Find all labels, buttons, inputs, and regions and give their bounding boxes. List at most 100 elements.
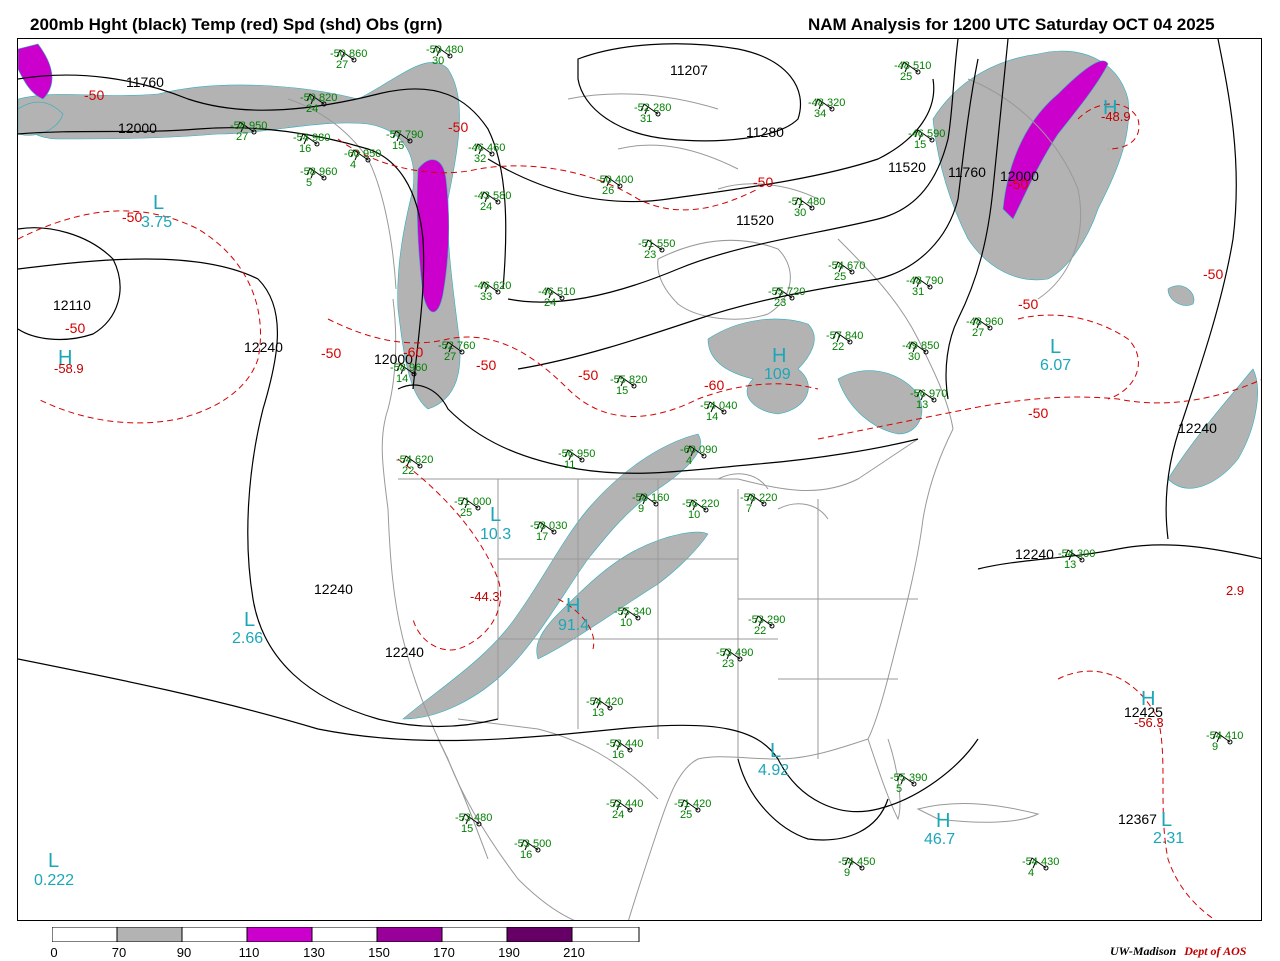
obs-dewpoint-depression: 27 (972, 327, 984, 339)
scale-segment-190-210 (506, 927, 573, 942)
obs-dewpoint-depression: 23 (774, 297, 786, 309)
gulf-coastline (628, 738, 869, 920)
scale-segment-110-130 (246, 927, 313, 942)
obs-dewpoint-depression: 16 (520, 849, 532, 861)
hudson-bay-coast (657, 239, 791, 320)
us-mexico-border (457, 718, 659, 800)
obs-dewpoint-depression: 14 (706, 411, 718, 423)
temp-label: -60 (403, 344, 423, 360)
credit-institution: UW-Madison (1110, 944, 1177, 958)
height-label: 11520 (736, 212, 774, 228)
obs-dewpoint-depression: 24 (612, 809, 624, 821)
extremum-value: 4.92 (758, 762, 789, 779)
height-label: 11760 (948, 164, 986, 180)
obs-dewpoint-depression: 7 (746, 503, 752, 515)
scale-segment-90-110 (181, 927, 248, 942)
obs-dewpoint-depression: 10 (688, 509, 700, 521)
extremum-value: -58.9 (54, 361, 84, 376)
obs-dewpoint-depression: 27 (236, 131, 248, 143)
height-label: 12000 (118, 120, 157, 136)
obs-dewpoint-depression: 10 (620, 617, 632, 629)
obs-dewpoint-depression: 9 (844, 867, 850, 879)
obs-dewpoint-depression: 25 (680, 809, 692, 821)
high-marker: H (566, 595, 580, 617)
height-label: 12367 (1118, 811, 1157, 827)
temp-contour-a (18, 210, 261, 424)
scale-segment-130-150 (311, 927, 378, 942)
temp-label: -50 (578, 367, 598, 383)
temp-label: -50 (1028, 405, 1048, 421)
low-marker: L (1050, 336, 1061, 358)
scale-segment-0-70 (52, 927, 118, 942)
temp-label: -50 (448, 119, 468, 135)
height-contour-12000 (18, 127, 425, 390)
obs-dewpoint-depression: 30 (432, 55, 444, 67)
obs-dewpoint-depression: 22 (402, 465, 414, 477)
height-label: 12240 (385, 644, 424, 660)
scale-label: 150 (368, 945, 390, 960)
temp-label: -50 (476, 357, 496, 373)
credit-dept: Dept of AOS (1184, 944, 1247, 958)
obs-dewpoint-depression: 5 (896, 783, 902, 795)
temp-contour-f (1017, 314, 1139, 400)
obs-dewpoint-depression: 25 (460, 507, 472, 519)
scale-segment-150-170 (376, 927, 443, 942)
obs-dewpoint-depression: 4 (1028, 867, 1034, 879)
obs-dewpoint-depression: 31 (640, 113, 652, 125)
scale-label: 70 (111, 945, 127, 960)
obs-dewpoint-depression: 27 (444, 351, 456, 363)
temp-label: -50 (1008, 176, 1028, 192)
extremum-value: 91.4 (558, 617, 589, 634)
extremum-value: 2.31 (1153, 830, 1184, 847)
obs-dewpoint-depression: 16 (299, 143, 311, 155)
scale-label: 110 (238, 945, 260, 960)
weather-map: 11760 12000 11207 11280 11520 11760 1200… (17, 38, 1262, 921)
obs-dewpoint-depression: 11 (564, 459, 575, 471)
scale-label: 130 (303, 945, 325, 960)
temp-label: -50 (753, 174, 773, 190)
extremum-value: 2.9 (1226, 583, 1244, 598)
obs-dewpoint-depression: 30 (794, 207, 806, 219)
obs-dewpoint-depression: 17 (536, 531, 548, 543)
scale-segment-210-plus (571, 927, 640, 942)
obs-dewpoint-depression: 34 (814, 108, 826, 120)
temp-label: -50 (1203, 266, 1223, 282)
temp-label: -50 (84, 87, 104, 103)
obs-dewpoint-depression: 24 (480, 201, 492, 213)
height-label: 12240 (314, 581, 353, 597)
low-marker: L (244, 609, 255, 631)
obs-dewpoint-depression: 15 (616, 385, 628, 397)
low-marker: L (770, 740, 781, 762)
obs-dewpoint-depression: 15 (914, 139, 926, 151)
obs-dewpoint-depression: 13 (1064, 559, 1076, 571)
obs-dewpoint-depression: 23 (722, 658, 734, 670)
low-marker: L (490, 504, 501, 526)
obs-dewpoint-depression: 30 (908, 351, 920, 363)
temp-contour-d (397, 458, 502, 651)
high-marker: H (936, 810, 950, 832)
obs-dewpoint-depression: 15 (461, 823, 473, 835)
height-label: 12240 (1015, 546, 1054, 562)
obs-dewpoint-depression: 9 (638, 503, 644, 515)
high-marker: H (1141, 688, 1155, 710)
height-label: 11280 (746, 124, 784, 140)
scale-label: 210 (563, 945, 585, 960)
height-label: 12240 (244, 339, 283, 355)
obs-dewpoint-depression: 9 (1212, 741, 1218, 753)
obs-dewpoint-depression: 23 (644, 249, 656, 261)
extremum-value: -48.9 (1101, 109, 1131, 124)
temp-label: -50 (122, 209, 142, 225)
obs-dewpoint-depression: 24 (544, 297, 556, 309)
extremum-value: 3.75 (141, 214, 172, 231)
extremum-value: 6.07 (1040, 357, 1071, 374)
scale-label: 170 (433, 945, 455, 960)
high-marker: H (772, 345, 786, 367)
obs-dewpoint-depression: 16 (612, 749, 624, 761)
scale-segment-170-190 (441, 927, 508, 942)
extremum-value: 2.66 (232, 630, 263, 647)
alaska-coastline (287, 98, 397, 290)
scale-label: 190 (498, 945, 520, 960)
analysis-time-title: NAM Analysis for 1200 UTC Saturday OCT 0… (808, 15, 1215, 34)
height-label: 12240 (1178, 420, 1217, 436)
map-title: 200mb Hght (black) Temp (red) Spd (shd) … (30, 15, 443, 34)
